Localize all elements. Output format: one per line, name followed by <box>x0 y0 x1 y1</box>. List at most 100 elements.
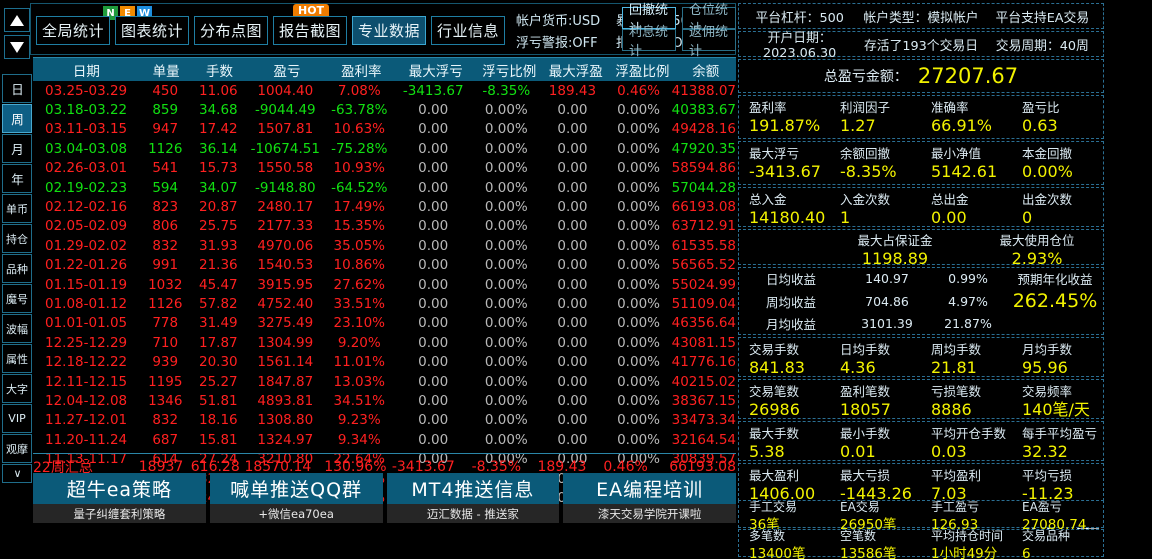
metric-value: 5142.61 <box>931 162 1012 182</box>
button-report-capture[interactable]: 报告截图 <box>273 16 347 45</box>
scroll-down-button[interactable] <box>4 35 30 59</box>
avg-earning-label: 日均收益 <box>739 269 843 288</box>
sidebar-item-symbol[interactable]: 品种 <box>2 254 32 283</box>
sidebar-item-property[interactable]: 属性 <box>2 344 32 373</box>
sidebar-item-year[interactable]: 年 <box>2 164 32 193</box>
table-cell: 832 <box>139 238 191 254</box>
promo-banner[interactable]: EA编程培训漆天交易学院开课啦 <box>563 473 736 523</box>
avg-earning-percent: 0.99% <box>931 271 1005 286</box>
table-cell: 0.00 <box>393 432 473 448</box>
table-cell: 02.26-03.01 <box>33 160 139 176</box>
button-pro-data[interactable]: 专业数据 <box>352 16 426 45</box>
promo-banner[interactable]: MT4推送信息迈汇数据 - 推送家 <box>387 473 560 523</box>
table-cell: 10.93% <box>325 160 393 176</box>
table-cell: 0.00% <box>605 432 671 448</box>
metric-label: 入金次数 <box>840 192 921 208</box>
table-row[interactable]: 02.26-03.0154115.731550.5810.93%0.000.00… <box>33 159 736 178</box>
promo-banner[interactable]: 超牛ea策略量子纠缠套利策略 <box>33 473 206 523</box>
table-cell: 0.00 <box>393 160 473 176</box>
sidebar-item-month[interactable]: 月 <box>2 134 32 163</box>
table-cell: 1550.58 <box>245 160 325 176</box>
table-row[interactable]: 12.04-12.08134651.814893.8134.51%0.000.0… <box>33 391 736 410</box>
table-cell: 0.00 <box>539 374 605 390</box>
sidebar-item-currency[interactable]: 单币 <box>2 194 32 223</box>
table-row[interactable]: 12.25-12.2971017.871304.999.20%0.000.00%… <box>33 333 736 352</box>
panel-account-row-1: 平台杠杆：500 帐户类型：模拟帐户 平台支持EA交易 <box>738 3 1104 29</box>
sidebar-item-more-chevron-down-icon[interactable]: ∨ <box>2 464 32 483</box>
table-cell: 0.00% <box>605 238 671 254</box>
table-cell: 0.00 <box>539 238 605 254</box>
table-cell: 11.06 <box>191 83 245 99</box>
table-row[interactable]: 03.11-03.1594717.421507.8110.63%0.000.00… <box>33 120 736 139</box>
table-cell: 51109.04 <box>672 296 736 312</box>
table-cell: 43081.15 <box>672 335 736 351</box>
table-cell: 0.00% <box>605 102 671 118</box>
metric-value: 4.36 <box>840 358 921 378</box>
button-interest-stats[interactable]: 利息统计 <box>622 29 676 51</box>
metric-label: 多笔数 <box>749 530 830 543</box>
table-row[interactable]: 01.22-01.2699121.361540.5310.86%0.000.00… <box>33 256 736 275</box>
table-row[interactable]: 02.19-02.2359434.07-9148.80-64.52%0.000.… <box>33 178 736 197</box>
metric-label: 余额回撤 <box>840 146 921 162</box>
metric-cell: 余额回撤-8.35% <box>830 142 921 184</box>
table-cell: -75.28% <box>325 141 393 157</box>
table-cell: 40383.67 <box>672 102 736 118</box>
table-row[interactable]: 01.08-01.12112657.824752.4033.51%0.000.0… <box>33 294 736 313</box>
button-scatter-plot[interactable]: 分布点图 <box>194 16 268 45</box>
table-cell: 0.00% <box>605 393 671 409</box>
table-cell: 0.00% <box>605 374 671 390</box>
table-cell: -10674.51 <box>245 141 325 157</box>
panel-drawdown-metrics: 最大浮亏-3413.67余额回撤-8.35%最小净值5142.61本金回撤0.0… <box>738 141 1104 185</box>
sidebar-item-magic[interactable]: 魔号 <box>2 284 32 313</box>
metric-label: 交易频率 <box>1022 384 1103 400</box>
metric-cell: 月均手数95.96 <box>1012 338 1103 376</box>
table-row[interactable]: 03.04-03.08112636.14-10674.51-75.28%0.00… <box>33 139 736 158</box>
stats-table: 日期单量手数盈亏盈利率最大浮亏浮亏比例最大浮盈浮盈比例余额 03.25-03.2… <box>33 57 736 508</box>
sidebar-item-vip[interactable]: VIP <box>2 404 32 433</box>
table-row[interactable]: 01.15-01.19103245.473915.9527.62%0.000.0… <box>33 275 736 294</box>
sidebar-item-position[interactable]: 持仓 <box>2 224 32 253</box>
table-row[interactable]: 12.11-12.15119525.271847.8713.03%0.000.0… <box>33 372 736 391</box>
promo-banner[interactable]: 喊单推送QQ群+微信ea70ea <box>210 473 383 523</box>
metric-cell: 最大手数5.38 <box>739 422 830 460</box>
table-cell: 9.20% <box>325 335 393 351</box>
table-row[interactable]: 11.27-12.0183218.161308.809.23%0.000.00%… <box>33 411 736 430</box>
metric-label: 最大使用仓位 <box>971 233 1103 249</box>
button-rebate-stats[interactable]: 返佣统计 <box>682 29 736 51</box>
table-cell: 47920.35 <box>672 141 736 157</box>
table-cell: 34.51% <box>325 393 393 409</box>
avg-earning-percent: 4.97% <box>931 294 1005 309</box>
table-row[interactable]: 03.25-03.2945011.061004.407.08%-3413.67-… <box>33 81 736 100</box>
button-industry-info[interactable]: 行业信息 <box>431 16 505 45</box>
table-row[interactable]: 03.18-03.2285934.68-9044.49-63.78%0.000.… <box>33 100 736 119</box>
button-chart-stats[interactable]: 图表统计 <box>115 16 189 45</box>
triangle-down-icon <box>10 42 24 53</box>
table-row[interactable]: 11.20-11.2468715.811324.979.34%0.000.00%… <box>33 430 736 449</box>
metric-cell: 平均持仓时间1小时49分 <box>921 530 1012 556</box>
metric-value: 18057 <box>840 400 921 420</box>
table-cell: 0.00 <box>539 432 605 448</box>
table-cell: 0.00 <box>393 218 473 234</box>
sidebar-item-week[interactable]: 周 <box>2 104 32 133</box>
sidebar-item-range[interactable]: 波幅 <box>2 314 32 343</box>
table-cell: 2177.33 <box>245 218 325 234</box>
button-global-stats[interactable]: 全局统计 <box>36 16 110 45</box>
table-cell: 0.00 <box>393 180 473 196</box>
metric-cell: 周均手数21.81 <box>921 338 1012 376</box>
sidebar-item-bigfont[interactable]: 大字 <box>2 374 32 403</box>
table-cell: 46356.64 <box>672 315 736 331</box>
avg-earning-label: 月均收益 <box>739 314 843 333</box>
metric-label: 亏损笔数 <box>931 384 1012 400</box>
table-row[interactable]: 02.05-02.0980625.752177.3315.35%0.000.00… <box>33 217 736 236</box>
table-row[interactable]: 01.01-01.0577831.493275.4923.10%0.000.00… <box>33 314 736 333</box>
table-row[interactable]: 01.29-02.0283231.934970.0635.05%0.000.00… <box>33 236 736 255</box>
table-cell: 03.18-03.22 <box>33 102 139 118</box>
scroll-up-button[interactable] <box>4 8 30 32</box>
metric-label: 空笔数 <box>840 530 921 543</box>
sidebar-item-observe[interactable]: 观摩 <box>2 434 32 463</box>
table-row[interactable]: 12.18-12.2293920.301561.1411.01%0.000.00… <box>33 352 736 371</box>
sidebar-item-day[interactable]: 日 <box>2 74 32 103</box>
metric-label: EA交易 <box>840 501 921 514</box>
panel-manual-vs-ea: 手工交易36笔EA交易26950笔手工盈亏126.93EA盈亏27080.74 <box>738 500 1104 528</box>
table-row[interactable]: 02.12-02.1682320.872480.1717.49%0.000.00… <box>33 197 736 216</box>
